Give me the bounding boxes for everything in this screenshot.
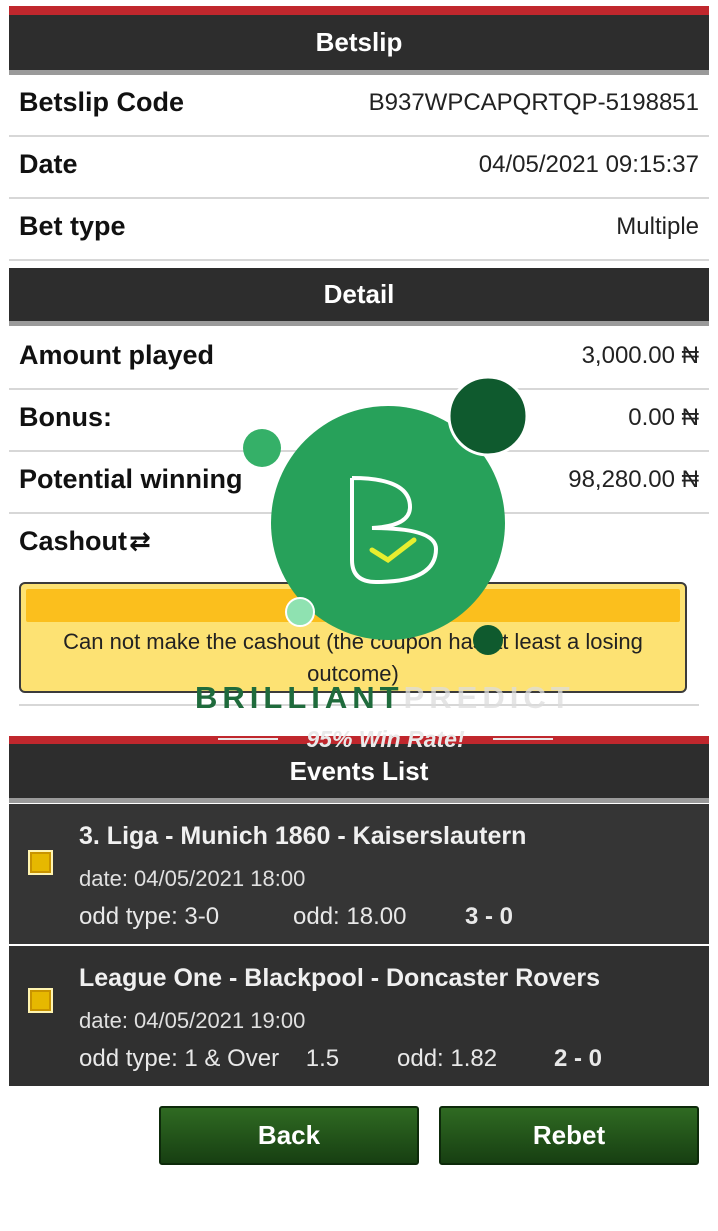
bonus-row: Bonus: 0.00 ₦ bbox=[9, 390, 709, 452]
potential-winning-row: Potential winning 98,280.00 ₦ bbox=[9, 452, 709, 514]
betslip-header: Betslip bbox=[9, 15, 709, 75]
bonus-label: Bonus: bbox=[19, 402, 112, 432]
header-underline bbox=[9, 798, 709, 803]
amount-played-label: Amount played bbox=[19, 340, 215, 370]
cashout-warning-message: Can not make the cashout (the coupon has… bbox=[63, 629, 643, 686]
event-status-icon bbox=[28, 988, 53, 1013]
rebet-button[interactable]: Rebet bbox=[439, 1106, 699, 1165]
events-accent-bar bbox=[9, 736, 709, 744]
warning-bar bbox=[26, 589, 680, 622]
event-item[interactable]: League One - Blackpool - Doncaster Rover… bbox=[9, 946, 709, 1086]
cashout-row: Cashout⇄ bbox=[9, 514, 709, 576]
cashout-label-wrap: Cashout⇄ bbox=[19, 526, 151, 557]
events-title: Events List bbox=[289, 756, 429, 786]
event-status-icon bbox=[28, 850, 53, 875]
potential-winning-value: 98,280.00 ₦ bbox=[568, 466, 699, 493]
amount-played-row: Amount played 3,000.00 ₦ bbox=[9, 328, 709, 390]
detail-header: Detail bbox=[9, 268, 709, 326]
date-row: Date 04/05/2021 09:15:37 bbox=[9, 137, 709, 199]
bet-type-label: Bet type bbox=[19, 211, 126, 241]
betslip-code-label: Betslip Code bbox=[19, 87, 185, 117]
events-header: Events List bbox=[9, 744, 709, 803]
header-underline bbox=[9, 321, 709, 326]
event-odd-type: odd type: 3-0 bbox=[79, 903, 220, 930]
event-date: date: 04/05/2021 18:00 bbox=[79, 866, 306, 891]
cashout-warning: Can not make the cashout (the coupon has… bbox=[19, 582, 687, 693]
event-odd-type: odd type: 1 & Over 1.5 bbox=[79, 1045, 340, 1072]
detail-title: Detail bbox=[323, 279, 395, 309]
betslip-title: Betslip bbox=[315, 27, 403, 57]
event-title: 3. Liga - Munich 1860 - Kaiserslautern bbox=[79, 822, 527, 850]
date-label: Date bbox=[19, 149, 78, 179]
refresh-arrows-icon[interactable]: ⇄ bbox=[129, 526, 151, 557]
bet-type-row: Bet type Multiple bbox=[9, 199, 709, 261]
event-score: 3 - 0 bbox=[465, 903, 514, 930]
top-accent-bar bbox=[9, 6, 709, 15]
cashout-label: Cashout bbox=[19, 526, 127, 556]
event-score: 2 - 0 bbox=[554, 1045, 603, 1072]
event-odds-line: odd type: 3-0 odd: 18.00 3 - 0 bbox=[79, 903, 513, 931]
bonus-value: 0.00 ₦ bbox=[628, 404, 699, 431]
event-odd: odd: 1.82 bbox=[397, 1045, 498, 1072]
betslip-code-row: Betslip Code B937WPCAPQRTQP-5198851 bbox=[9, 75, 709, 137]
event-title: League One - Blackpool - Doncaster Rover… bbox=[79, 964, 600, 992]
date-value: 04/05/2021 09:15:37 bbox=[478, 151, 699, 178]
divider bbox=[19, 704, 699, 706]
event-item[interactable]: 3. Liga - Munich 1860 - Kaiserslautern d… bbox=[9, 804, 709, 944]
back-button[interactable]: Back bbox=[159, 1106, 419, 1165]
potential-winning-label: Potential winning bbox=[19, 464, 243, 494]
event-odd: odd: 18.00 bbox=[293, 903, 407, 930]
event-odds-line: odd type: 1 & Over 1.5 odd: 1.82 2 - 0 bbox=[79, 1045, 602, 1073]
amount-played-value: 3,000.00 ₦ bbox=[581, 342, 699, 369]
betslip-code-value: B937WPCAPQRTQP-5198851 bbox=[368, 89, 699, 116]
bet-type-value: Multiple bbox=[616, 213, 699, 240]
event-date: date: 04/05/2021 19:00 bbox=[79, 1008, 306, 1033]
